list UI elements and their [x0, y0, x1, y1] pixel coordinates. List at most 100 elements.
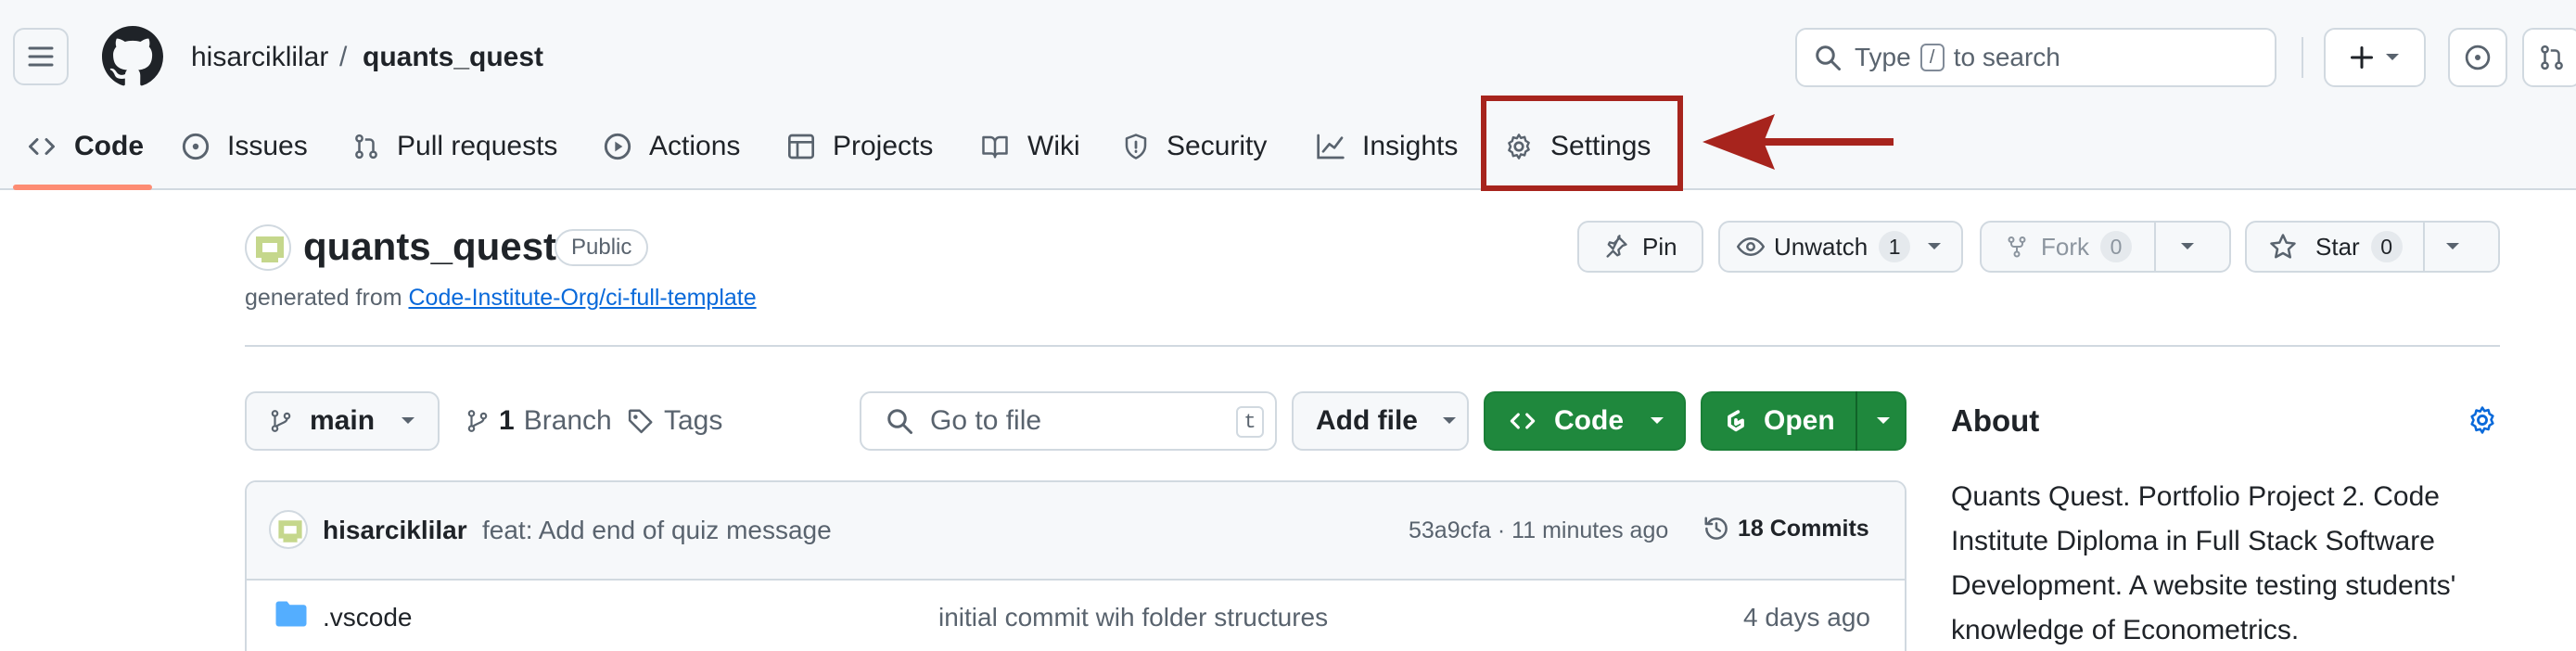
chevron-down-icon	[1928, 243, 1942, 249]
tag-icon	[628, 409, 653, 434]
visibility-badge: Public	[555, 229, 649, 266]
chevron-down-icon	[2445, 243, 2459, 249]
branch-select-button[interactable]: main	[245, 391, 440, 451]
issues-shortcut-button[interactable]	[2448, 28, 2507, 87]
breadcrumb-owner[interactable]: hisarciklilar	[191, 39, 328, 76]
about-heading: About	[1951, 403, 2040, 438]
play-icon	[604, 133, 631, 160]
commit-author[interactable]: hisarciklilar	[323, 514, 467, 547]
branch-label: Branch	[523, 405, 612, 436]
issue-icon	[2465, 45, 2491, 70]
star-count: 0	[2370, 231, 2403, 262]
tab-wiki[interactable]: Wiki	[979, 122, 1080, 171]
pin-icon	[1606, 235, 1627, 258]
tab-label: Pull requests	[397, 131, 558, 161]
folder-icon	[275, 601, 307, 627]
go-to-file-input[interactable]: Go to file t	[860, 391, 1277, 451]
template-link[interactable]: Code-Institute-Org/ci-full-template	[409, 285, 757, 311]
code-icon	[29, 138, 55, 155]
star-icon	[2270, 234, 2296, 259]
tags-link[interactable]: Tags	[627, 399, 722, 443]
tab-projects[interactable]: Projects	[786, 122, 933, 171]
file-name[interactable]: .vscode	[323, 601, 413, 634]
repo-title[interactable]: quants_quest	[303, 223, 556, 271]
tab-label: Insights	[1362, 131, 1459, 161]
search-input[interactable]: Type / to search	[1795, 28, 2276, 87]
chevron-down-icon	[402, 417, 415, 424]
repo-owner-avatar[interactable]	[245, 224, 291, 271]
create-new-button[interactable]	[2324, 28, 2426, 87]
search-shortcut-key: /	[1919, 44, 1945, 71]
pull-requests-shortcut-button[interactable]	[2522, 28, 2576, 87]
code-button[interactable]: Code	[1484, 391, 1686, 451]
commits-link[interactable]: 18 Commits	[1702, 512, 1869, 545]
commit-meta[interactable]: 53a9cfa · 11 minutes ago	[1409, 516, 1668, 545]
tags-label: Tags	[664, 405, 723, 436]
pull-request-icon	[355, 134, 377, 160]
open-button[interactable]: Open	[1701, 391, 1906, 451]
fork-button[interactable]: Fork 0	[1980, 221, 2231, 273]
pin-button[interactable]: Pin	[1577, 221, 1703, 273]
chevron-down-icon	[1651, 417, 1664, 424]
go-to-file-shortcut: t	[1236, 406, 1264, 438]
add-file-label: Add file	[1316, 405, 1418, 436]
unwatch-label: Unwatch	[1774, 232, 1868, 261]
tab-pull-requests[interactable]: Pull requests	[352, 122, 557, 171]
unwatch-button[interactable]: Unwatch 1	[1718, 221, 1963, 273]
graph-icon	[1317, 134, 1345, 160]
fork-count: 0	[2100, 231, 2132, 262]
tab-label: Projects	[833, 131, 934, 161]
tab-label: Actions	[649, 131, 741, 161]
breadcrumb-separator: /	[339, 42, 348, 72]
watch-count: 1	[1879, 231, 1911, 262]
history-icon	[1704, 517, 1728, 540]
tab-actions[interactable]: Actions	[603, 122, 740, 171]
tab-code[interactable]: Code	[26, 122, 144, 171]
plus-icon	[2350, 45, 2374, 70]
branches-link[interactable]: 1 Branch	[465, 399, 612, 443]
menu-button[interactable]	[13, 28, 69, 85]
file-age: 4 days ago	[1743, 603, 1870, 632]
avatar[interactable]	[269, 510, 308, 549]
fork-icon	[2008, 236, 2026, 258]
eye-icon	[1737, 236, 1765, 257]
branch-icon	[467, 410, 488, 432]
pull-request-icon	[2541, 45, 2563, 70]
file-commit-message[interactable]: initial commit wih folder structures	[938, 601, 1328, 634]
annotation-arrow-icon	[1702, 114, 1894, 170]
active-tab-indicator	[13, 185, 152, 190]
commits-count: 18 Commits	[1738, 516, 1869, 542]
generated-from-label: generated from	[245, 285, 402, 311]
star-button[interactable]: Star 0	[2245, 221, 2500, 273]
tab-issues[interactable]: Issues	[181, 122, 308, 171]
commit-message[interactable]: feat: Add end of quiz message	[482, 514, 832, 547]
chevron-down-icon	[2181, 243, 2194, 249]
github-logo-icon[interactable]	[102, 26, 163, 87]
book-icon	[982, 135, 1008, 159]
settings-highlight-box	[1481, 96, 1683, 191]
generated-from: generated from Code-Institute-Org/ci-ful…	[245, 283, 757, 313]
hamburger-icon	[28, 46, 54, 67]
search-icon	[1816, 45, 1841, 70]
code-icon	[1510, 413, 1536, 429]
about-description: Quants Quest. Portfolio Project 2. Code …	[1951, 481, 2456, 645]
split-divider	[2154, 221, 2156, 273]
chevron-down-icon	[1443, 417, 1456, 424]
chevron-down-icon	[1876, 417, 1890, 424]
add-file-button[interactable]: Add file	[1292, 391, 1469, 451]
tab-label: Security	[1167, 131, 1268, 161]
tab-insights[interactable]: Insights	[1316, 122, 1458, 171]
search-prefix: Type	[1855, 43, 1911, 71]
search-suffix: to search	[1953, 43, 2060, 71]
star-label: Star	[2315, 232, 2360, 261]
tab-label: Wiki	[1027, 131, 1080, 161]
breadcrumb-repo[interactable]: quants_quest	[363, 39, 543, 76]
tab-security[interactable]: Security	[1122, 122, 1267, 171]
chevron-down-icon	[2386, 54, 2399, 60]
tab-label: Code	[74, 131, 144, 161]
header-divider	[2302, 37, 2303, 78]
gear-icon[interactable]	[2467, 404, 2498, 436]
search-icon	[887, 409, 912, 434]
open-button-label: Open	[1764, 405, 1835, 436]
pin-label: Pin	[1642, 232, 1677, 261]
